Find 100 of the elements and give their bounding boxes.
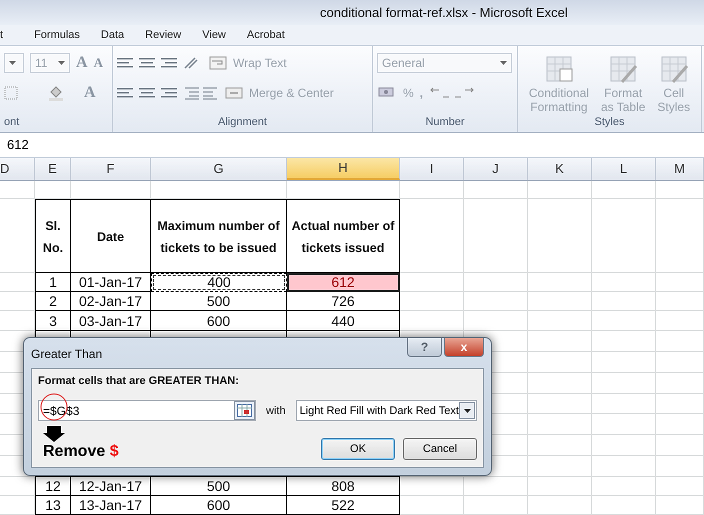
group-label: Number: [424, 116, 466, 130]
table-cell: 3: [35, 311, 71, 331]
table-cell: 02-Jan-17: [71, 292, 151, 312]
table-cell: 600: [151, 311, 287, 331]
format-dropdown[interactable]: Light Red Fill with Dark Red Text: [296, 400, 477, 421]
grid-cell: [656, 456, 704, 478]
grid-cell: [0, 311, 35, 331]
grid-cell: [0, 272, 35, 292]
grid-cell: [528, 311, 592, 331]
grid-cell: [528, 496, 592, 515]
column-header[interactable]: M: [656, 158, 704, 180]
grid-cell: [592, 292, 656, 312]
ribbon-tab[interactable]: Formulas: [34, 28, 101, 41]
dialog-button[interactable]: OK: [321, 438, 395, 460]
grid-cell: [592, 477, 656, 496]
grid-cell: [656, 394, 704, 414]
group-label: Alignment: [217, 116, 268, 130]
grid-cell: [592, 394, 656, 414]
table-cell: 01-Jan-17: [71, 272, 151, 292]
merge-icon[interactable]: [225, 86, 243, 100]
dropdown-arrow-button[interactable]: [459, 402, 475, 419]
fill-color-icon[interactable]: [48, 84, 64, 101]
column-header[interactable]: E: [35, 158, 71, 180]
align-icon[interactable]: [161, 56, 177, 69]
grid-cell: [592, 372, 656, 394]
with-label: with: [266, 404, 286, 416]
table-cell: 13: [35, 496, 71, 515]
grid-cell: [464, 477, 528, 496]
align-icon[interactable]: [139, 86, 155, 99]
caret-icon: [464, 408, 470, 412]
table-cell: 612: [287, 272, 400, 292]
grid-cell: [35, 180, 71, 199]
wrap-text-icon[interactable]: [209, 56, 227, 70]
column-header[interactable]: D: [0, 158, 35, 180]
column-heading: Sl. No.: [35, 198, 71, 272]
grid-cell: [464, 311, 528, 331]
ribbon-tab[interactable]: Review: [145, 28, 202, 41]
grid-cell: [0, 180, 35, 199]
align-icon[interactable]: [139, 56, 155, 69]
table-cell: 12: [35, 477, 71, 496]
column-header[interactable]: K: [528, 158, 592, 180]
grid-cell: [656, 435, 704, 456]
table-cell: 13-Jan-17: [71, 496, 151, 515]
table-cell: 440: [287, 311, 400, 331]
grid-cell: [0, 477, 35, 496]
grid-cell: [592, 352, 656, 373]
grid-cell: [528, 372, 592, 394]
grid-cell: [656, 352, 704, 373]
grid-cell: [464, 292, 528, 312]
grid-cell: [528, 352, 592, 373]
grid-cell: [656, 414, 704, 436]
grid-cell: [656, 180, 704, 199]
ribbon-tab[interactable]: View: [202, 28, 247, 41]
column-header[interactable]: I: [400, 158, 464, 180]
borders-icon[interactable]: [4, 86, 18, 100]
formula-value[interactable]: 612: [7, 137, 29, 152]
range-picker-button[interactable]: [234, 401, 255, 420]
grid-cell: [656, 477, 704, 496]
grid-cell: [592, 311, 656, 331]
align-icon[interactable]: [117, 86, 133, 99]
down-arrow-icon: [43, 425, 65, 443]
grid-cell: [528, 394, 592, 414]
column-header[interactable]: H: [287, 158, 400, 180]
column-header[interactable]: F: [71, 158, 151, 180]
align-icon[interactable]: [117, 56, 133, 69]
group-label: Styles: [594, 116, 626, 130]
grid-cell: [528, 456, 592, 478]
grid-cell: [0, 496, 35, 515]
caret-icon: [9, 60, 16, 65]
dialog-button[interactable]: Cancel: [403, 438, 477, 460]
dialog-title: Greater Than: [31, 347, 102, 361]
help-button[interactable]: ?: [407, 338, 442, 357]
grid-cell: [528, 330, 592, 352]
grid-cell: [464, 272, 528, 292]
table-cell: 500: [151, 477, 287, 496]
grid-cell: [528, 180, 592, 199]
font-name-dropdown[interactable]: [4, 52, 24, 73]
table-cell: 03-Jan-17: [71, 311, 151, 331]
grid-cell: [400, 496, 464, 515]
table-grid-icon: [544, 54, 574, 84]
grid-cell: [592, 435, 656, 456]
grid-cell: [592, 414, 656, 436]
column-header[interactable]: J: [464, 158, 528, 180]
grid-cell: [656, 311, 704, 331]
grid-cell: [528, 435, 592, 456]
caret-icon: [58, 60, 65, 65]
table-cell: 522: [287, 496, 400, 515]
ribbon-tab[interactable]: Data: [100, 28, 146, 41]
grid-cell: [656, 330, 704, 352]
grid-cell: [656, 372, 704, 394]
column-header[interactable]: L: [592, 158, 656, 180]
grid-cell: [400, 272, 464, 292]
ribbon-tab[interactable]: Acrobat: [246, 28, 306, 41]
indent-icon[interactable]: [183, 86, 219, 100]
column-heading: Date: [71, 198, 151, 272]
window-title: conditional format-ref.xlsx - Microsoft Excel: [320, 4, 568, 20]
caret-icon: [500, 60, 507, 65]
align-icon[interactable]: [161, 86, 177, 99]
ribbon-tab[interactable]: t: [0, 28, 24, 41]
annotation-text: Remove $: [43, 443, 119, 461]
